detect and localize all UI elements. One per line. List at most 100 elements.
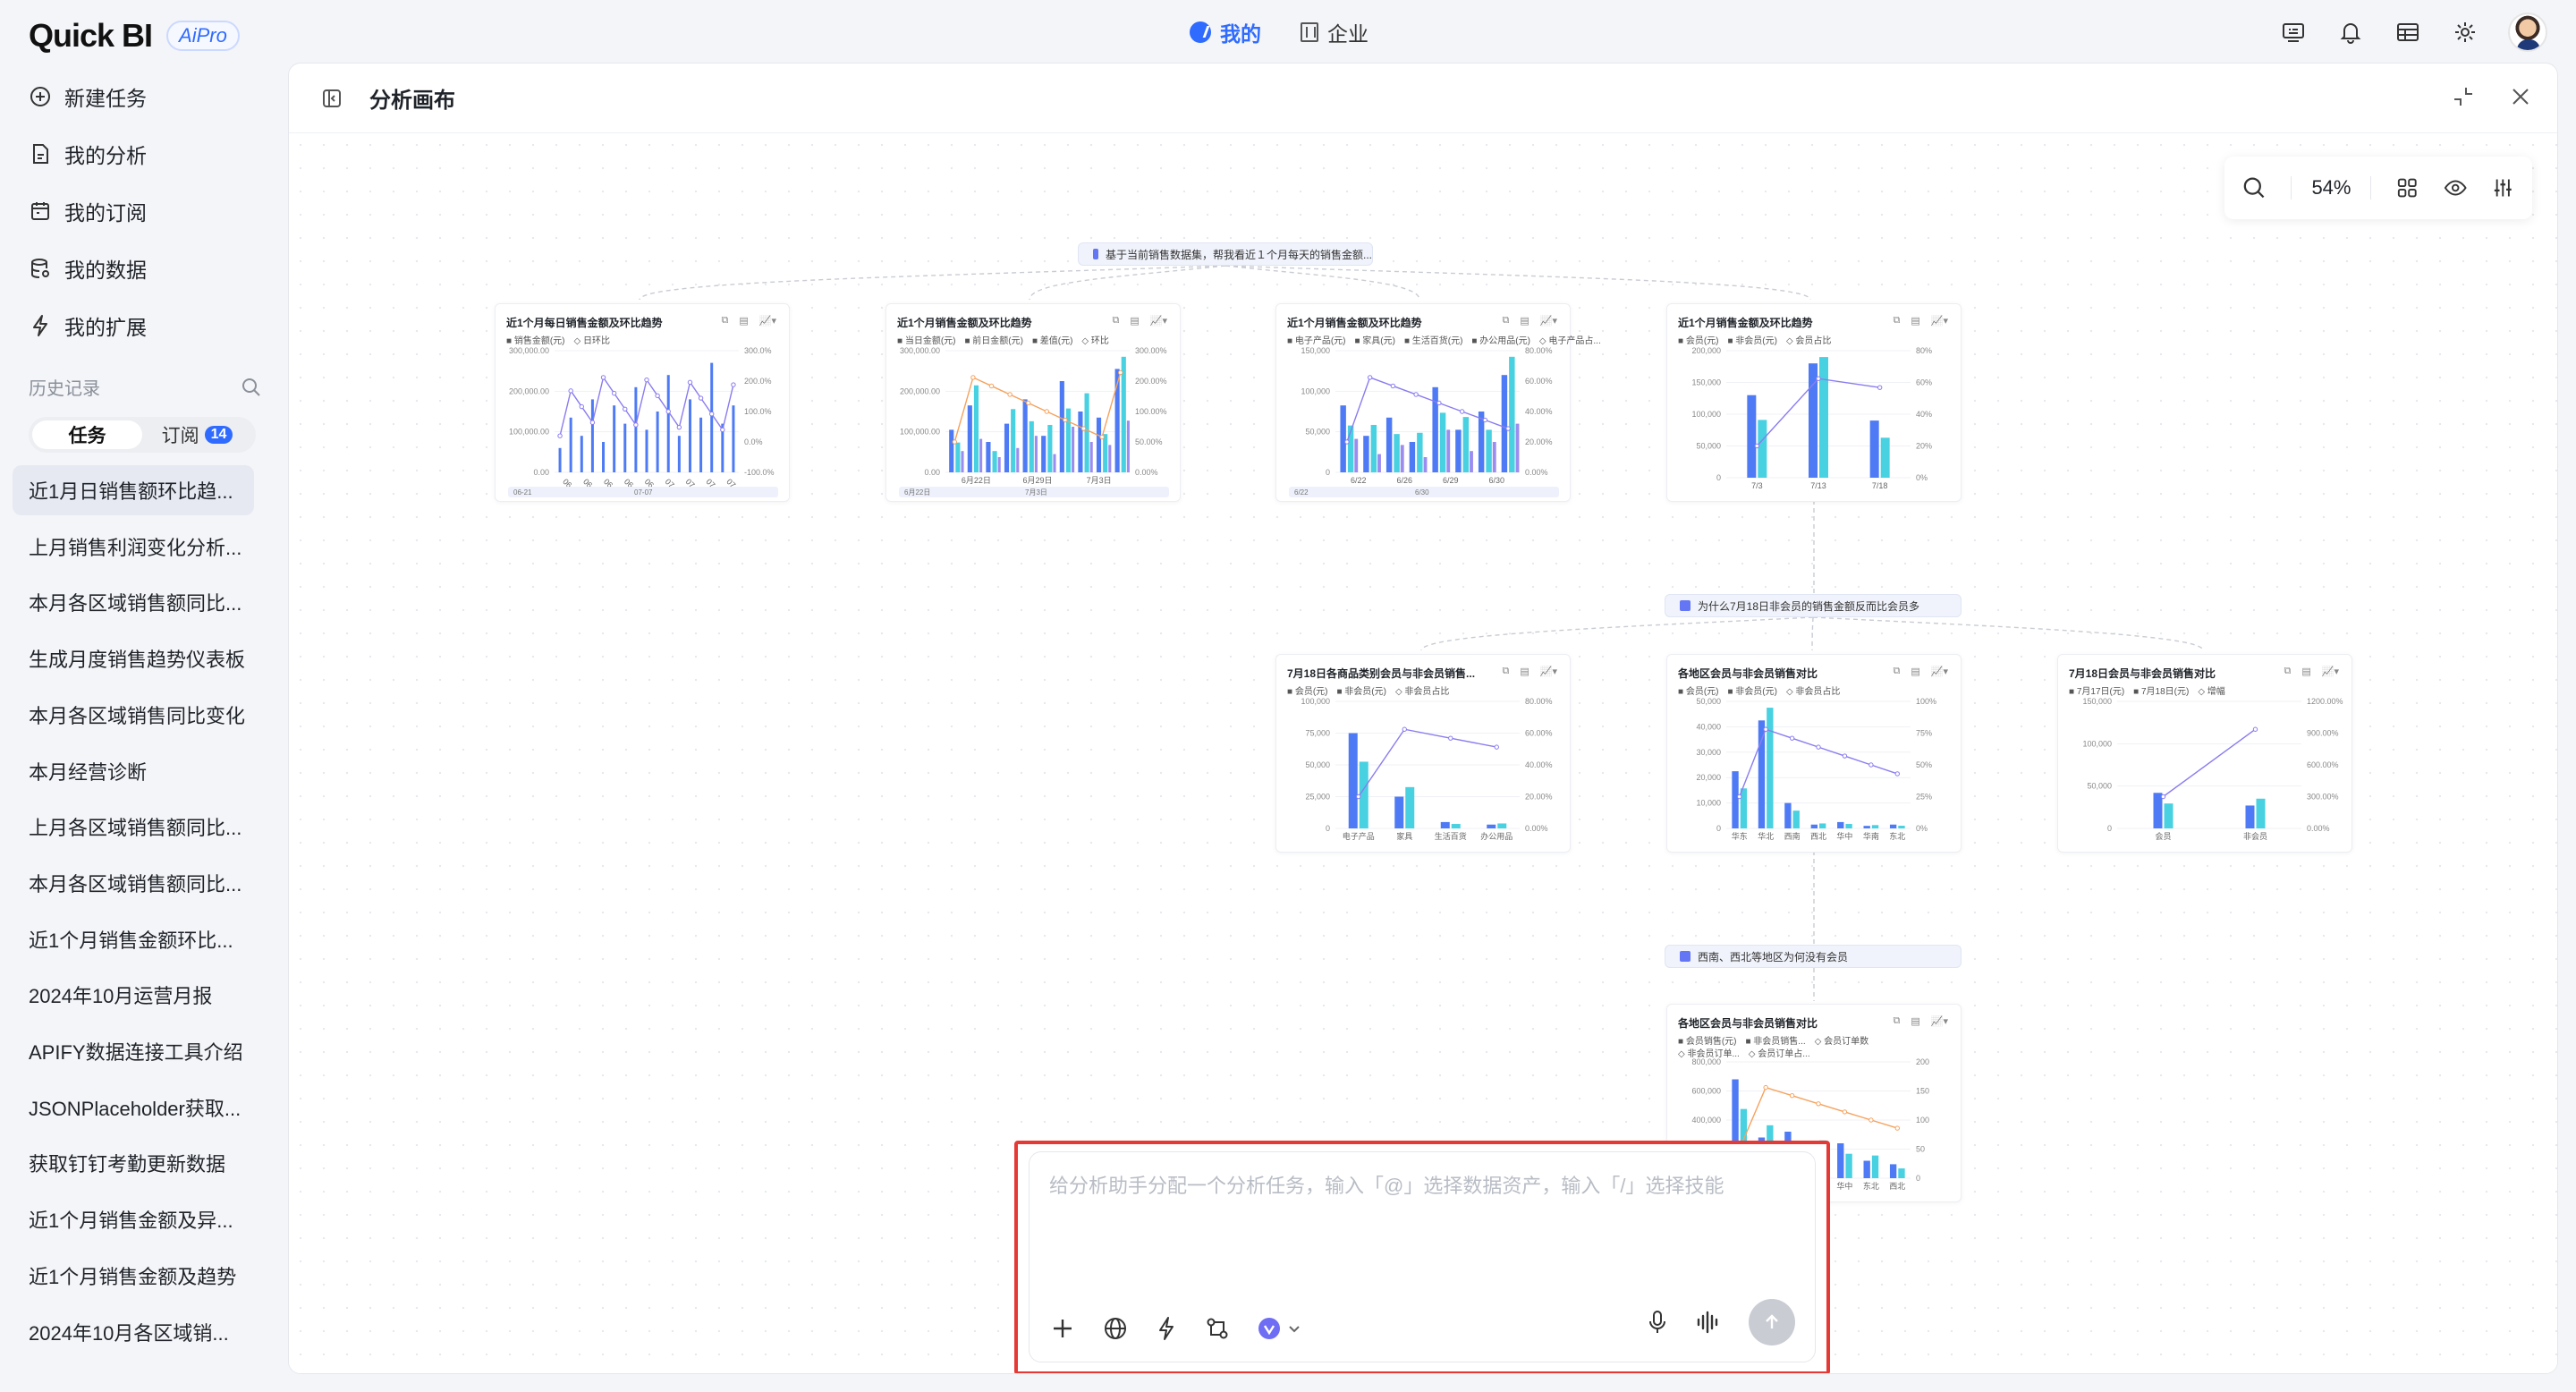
layout-grid-icon[interactable] (2396, 176, 2419, 199)
history-item[interactable]: 近1个月销售金额及异... (13, 1194, 254, 1244)
history-item[interactable]: 上月各区域销售额同比... (13, 802, 254, 852)
history-item[interactable]: 生成月度销售趋势仪表板 (13, 633, 254, 683)
chart-card[interactable]: 200,000 150,000 100,000 50,000 0 80% 60% 40% 20%… (1666, 303, 1962, 502)
x-tick-label: 6月29日 (1022, 476, 1052, 485)
gear-icon[interactable] (2451, 18, 2479, 47)
chart-card[interactable]: 150,000 100,000 50,000 0 1200.00% 900.00% 600.… (2057, 654, 2352, 853)
table-icon[interactable]: ▤ (1130, 315, 1139, 327)
question-node-3[interactable]: 西南、西北等地区为何没有会员 (1665, 945, 1962, 968)
chart-type-icon[interactable]: 📈▾ (1150, 315, 1167, 327)
history-item[interactable]: 本月经营诊断 (13, 746, 254, 796)
menu-my-subscription[interactable]: 我的订阅 (29, 193, 147, 229)
table-icon[interactable]: ▤ (1911, 666, 1919, 677)
point (1816, 1101, 1821, 1107)
bar (1108, 445, 1112, 472)
chart-type-icon[interactable]: 📈▾ (1931, 666, 1948, 677)
microphone-icon[interactable] (1647, 1309, 1668, 1336)
search-icon[interactable] (242, 378, 261, 397)
nav-enterprise[interactable]: 企业 (1301, 17, 1368, 47)
history-item[interactable]: 上月销售利润变化分析... (13, 522, 254, 572)
copy-icon[interactable]: ⧉ (1503, 666, 1510, 677)
x-tick-label: 6/26 (1396, 476, 1412, 485)
chart-type-icon[interactable]: 📈▾ (1540, 666, 1557, 677)
search-icon[interactable] (2242, 175, 2266, 200)
history-item[interactable]: 2024年10月运营月报 (13, 970, 254, 1020)
menu-my-subscription-label: 我的订阅 (64, 201, 147, 225)
globe-icon[interactable] (1103, 1316, 1128, 1341)
chart-actions: ⧉ ▤ 📈▾ (1894, 315, 1948, 327)
tab-tasks[interactable]: 任务 (32, 420, 142, 449)
table-icon[interactable]: ▤ (1911, 315, 1919, 327)
chart-card[interactable]: 50,000 40,000 30,000 20,000 10,000 0 100% 75% 50… (1666, 654, 1962, 853)
copy-icon[interactable]: ⧉ (1894, 1015, 1901, 1027)
table-icon[interactable]: ▤ (739, 315, 748, 327)
bar (1016, 447, 1020, 472)
chart-type-icon[interactable]: 📈▾ (1540, 315, 1557, 327)
history-item[interactable]: JSONPlaceholder获取... (13, 1082, 254, 1133)
brand[interactable]: Quick BI AiPro (29, 17, 240, 54)
bar (1126, 420, 1130, 472)
chat-input[interactable]: 给分析助手分配一个分析任务，输入「@」选择数据资产，输入「/」选择技能 (1029, 1151, 1816, 1362)
screen-icon[interactable] (2279, 18, 2308, 47)
question-node-2[interactable]: 为什么7月18日非会员的销售金额反而比会员多 (1665, 594, 1962, 617)
history-item[interactable]: APIFY数据连接工具介绍 (13, 1026, 254, 1076)
chart-card[interactable]: 300,000.00 200,000.00 100,000.00 0.00 300.00… (886, 303, 1181, 502)
connector-line (639, 265, 1226, 301)
table-icon[interactable]: ▤ (1520, 315, 1529, 327)
minimize-icon[interactable] (2452, 85, 2475, 108)
copy-icon[interactable]: ⧉ (722, 315, 729, 327)
history-item[interactable]: 2024年10月各区域销... (13, 1307, 254, 1357)
copy-icon[interactable]: ⧉ (1503, 315, 1510, 327)
lightning-icon[interactable] (1155, 1316, 1178, 1341)
table-icon[interactable]: ▤ (1911, 1015, 1919, 1027)
chart-card[interactable]: 100,000 75,000 50,000 25,000 0 80.00% 60.00% 40… (1275, 654, 1571, 853)
eye-icon[interactable] (2444, 176, 2467, 199)
point (1413, 392, 1419, 397)
y-tick-label: 400,000 (1691, 1116, 1721, 1125)
chart-type-icon[interactable]: 📈▾ (1931, 1015, 1948, 1027)
branch-icon[interactable] (1205, 1316, 1230, 1341)
history-item[interactable]: 本月各区域销售同比变化 (13, 690, 254, 740)
tab-subscriptions[interactable]: 订阅 14 (142, 420, 252, 449)
chart-type-icon[interactable]: 📈▾ (2322, 666, 2339, 677)
menu-my-data[interactable]: 我的数据 (29, 250, 147, 286)
chart-card[interactable]: 300,000.00 200,000.00 100,000.00 0.00 300.0%… (495, 303, 790, 502)
model-selector[interactable] (1257, 1316, 1303, 1341)
bar (1758, 720, 1766, 828)
bar (1084, 393, 1089, 472)
chart-card[interactable]: 150,000 100,000 50,000 0 80.00% 60.00% 40.00% 2… (1275, 303, 1601, 502)
send-button[interactable] (1749, 1299, 1795, 1345)
quickbi-logo: Quick BI (29, 17, 153, 54)
bell-icon[interactable] (2336, 18, 2365, 47)
y2-tick-label: 50 (1916, 1145, 1925, 1154)
menu-new-task[interactable]: 新建任务 (29, 79, 147, 115)
history-item[interactable]: 近1个月销售金额及趋势 (13, 1251, 254, 1301)
y-tick-label: 100,000 (1691, 410, 1721, 419)
copy-icon[interactable]: ⧉ (1894, 315, 1901, 327)
bar (955, 442, 961, 472)
copy-icon[interactable]: ⧉ (1113, 315, 1120, 327)
zoom-level[interactable]: 54% (2291, 176, 2372, 199)
copy-icon[interactable]: ⧉ (1894, 666, 1901, 677)
menu-my-extension[interactable]: 我的扩展 (29, 308, 147, 344)
history-item[interactable]: 近1个月销售金额环比... (13, 914, 254, 964)
table-icon[interactable] (2394, 18, 2422, 47)
menu-my-analysis[interactable]: 我的分析 (29, 136, 147, 172)
settings-sliders-icon[interactable] (2492, 176, 2514, 199)
copy-icon[interactable]: ⧉ (2284, 666, 2292, 677)
history-item[interactable]: 近1月日销售额环比趋... (13, 465, 254, 515)
question-node-1[interactable]: 基于当前销售数据集，帮我看近１个月每天的销售金额... (1078, 242, 1373, 266)
nav-mine[interactable]: 我的 (1190, 17, 1261, 47)
voice-wave-icon[interactable] (1695, 1309, 1722, 1336)
chart-type-icon[interactable]: 📈▾ (759, 315, 776, 327)
history-item[interactable]: 本月各区域销售额同比... (13, 577, 254, 627)
close-icon[interactable] (2509, 85, 2532, 108)
history-item[interactable]: 本月各区域销售额同比... (13, 858, 254, 908)
chart-type-icon[interactable]: 📈▾ (1931, 315, 1948, 327)
history-item[interactable]: 获取钉钉考勤更新数据 (13, 1138, 254, 1188)
collapse-sidebar-icon[interactable] (321, 88, 343, 109)
table-icon[interactable]: ▤ (1520, 666, 1529, 677)
table-icon[interactable]: ▤ (2301, 666, 2310, 677)
avatar[interactable] (2508, 13, 2547, 52)
plus-icon[interactable] (1049, 1315, 1076, 1342)
